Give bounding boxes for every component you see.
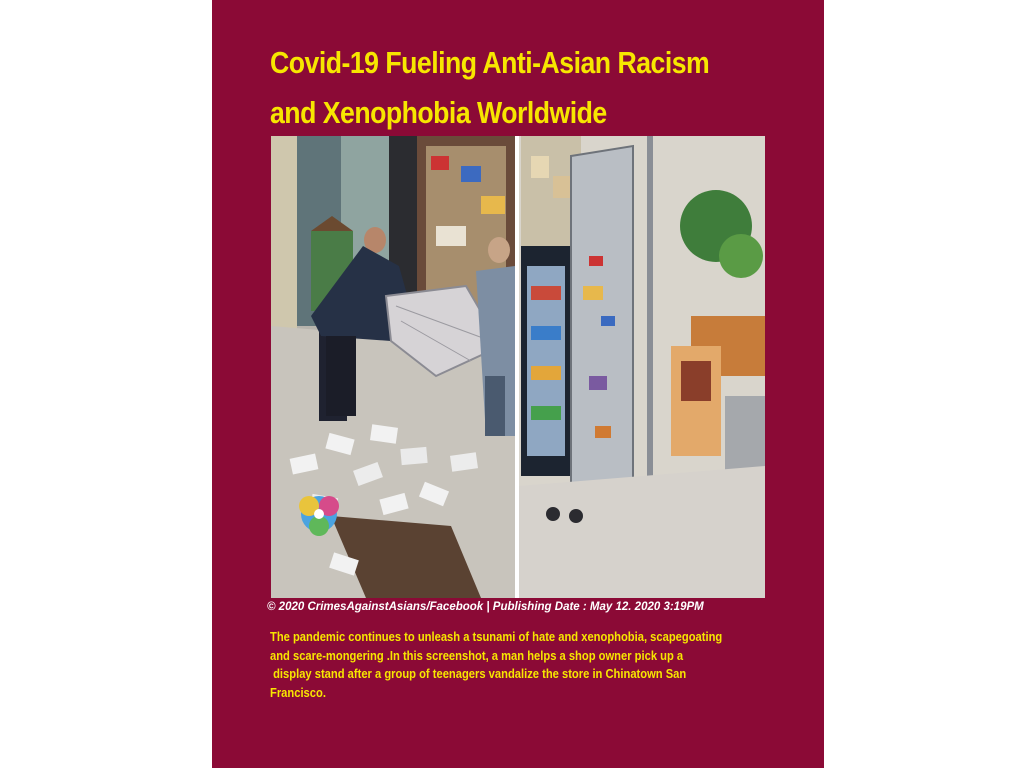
vandalized-sidewalk-display-photo — [271, 136, 515, 598]
body-line-1: The pandemic continues to unleash a tsun… — [270, 629, 723, 644]
body-line-4: Francisco. — [270, 684, 326, 700]
shop-interior-display-stand-photo — [519, 136, 765, 598]
article-title: Covid-19 Fueling Anti-Asian Racism and X… — [270, 38, 717, 138]
body-line-2: and scare-mongering .In this screenshot,… — [270, 647, 684, 663]
body-line-3: display stand after a group of teenagers… — [270, 666, 687, 681]
title-line-1: Covid-19 Fueling Anti-Asian Racism — [270, 45, 710, 80]
article-photo — [271, 136, 765, 598]
photo-credit: © 2020 CrimesAgainstAsians/Facebook | Pu… — [267, 601, 704, 613]
article-body: The pandemic continues to unleash a tsun… — [270, 628, 786, 702]
title-line-2: and Xenophobia Worldwide — [270, 95, 607, 130]
